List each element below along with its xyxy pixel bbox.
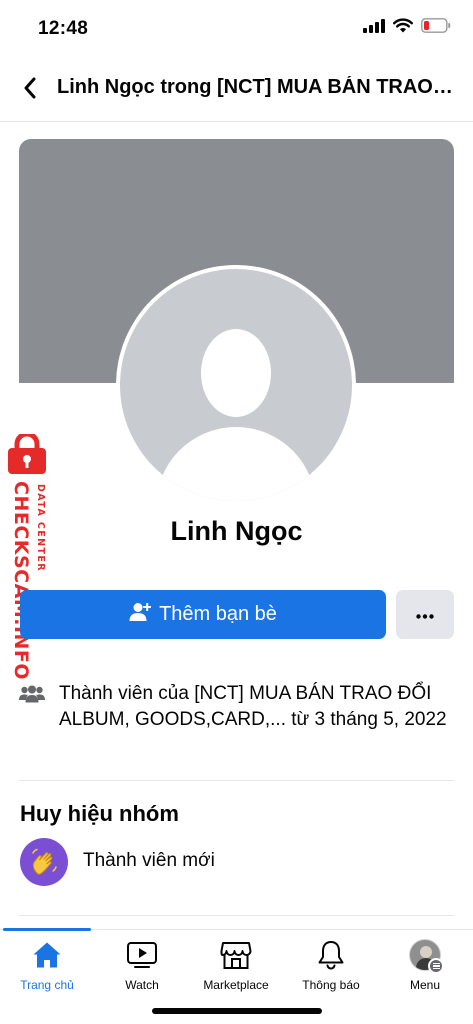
battery-low-icon xyxy=(421,18,451,38)
watch-video-icon xyxy=(125,938,159,972)
badge-label: Thành viên mới xyxy=(83,850,215,871)
status-time: 12:48 xyxy=(38,18,89,39)
chevron-left-icon xyxy=(23,77,37,104)
badges-section-title: Huy hiệu nhóm xyxy=(20,801,179,826)
bell-icon xyxy=(314,938,348,972)
group-members-icon xyxy=(19,685,45,708)
divider xyxy=(19,780,454,781)
watermark-main-text: CHECKSCAM.INFO xyxy=(10,481,32,681)
add-friend-button[interactable]: Thêm bạn bè xyxy=(20,590,386,639)
active-tab-indicator xyxy=(3,928,91,931)
home-indicator[interactable] xyxy=(152,1008,322,1014)
membership-text: Thành viên của [NCT] MUA BÁN TRAO ĐỔI AL… xyxy=(59,683,447,730)
default-avatar-icon xyxy=(120,269,352,501)
tab-marketplace[interactable]: Marketplace xyxy=(189,938,283,1000)
waving-hand-icon[interactable] xyxy=(20,838,68,886)
status-icons xyxy=(363,18,451,38)
hamburger-icon xyxy=(428,958,444,974)
tab-home[interactable]: Trang chủ xyxy=(0,938,94,1000)
profile-avatar[interactable] xyxy=(116,265,356,505)
divider xyxy=(19,915,454,916)
page-title: Linh Ngọc trong [NCT] MUA BÁN TRAO ĐỔI A… xyxy=(57,76,457,98)
tab-marketplace-label: Marketplace xyxy=(203,978,269,992)
person-add-icon xyxy=(129,602,152,628)
tab-home-label: Trang chủ xyxy=(20,978,74,992)
wifi-icon xyxy=(393,18,413,38)
marketplace-icon xyxy=(219,938,253,972)
tab-notifications[interactable]: Thông báo xyxy=(284,938,378,1000)
add-friend-label: Thêm bạn bè xyxy=(159,603,277,625)
more-options-button[interactable] xyxy=(396,590,454,639)
tab-menu-label: Menu xyxy=(409,978,441,992)
status-bar: 12:48 xyxy=(0,0,473,56)
tab-menu[interactable]: Menu xyxy=(378,938,472,1000)
tab-watch[interactable]: Watch xyxy=(95,938,189,1000)
lock-icon xyxy=(4,431,50,476)
more-dots-icon xyxy=(416,606,434,624)
home-icon xyxy=(30,938,64,972)
cellular-signal-icon xyxy=(363,18,385,38)
top-nav-header: Linh Ngọc trong [NCT] MUA BÁN TRAO ĐỔI A… xyxy=(0,56,473,122)
tab-notifications-label: Thông báo xyxy=(302,978,360,992)
back-button[interactable] xyxy=(14,74,46,106)
tab-watch-label: Watch xyxy=(125,978,159,992)
profile-name: Linh Ngọc xyxy=(170,516,303,546)
